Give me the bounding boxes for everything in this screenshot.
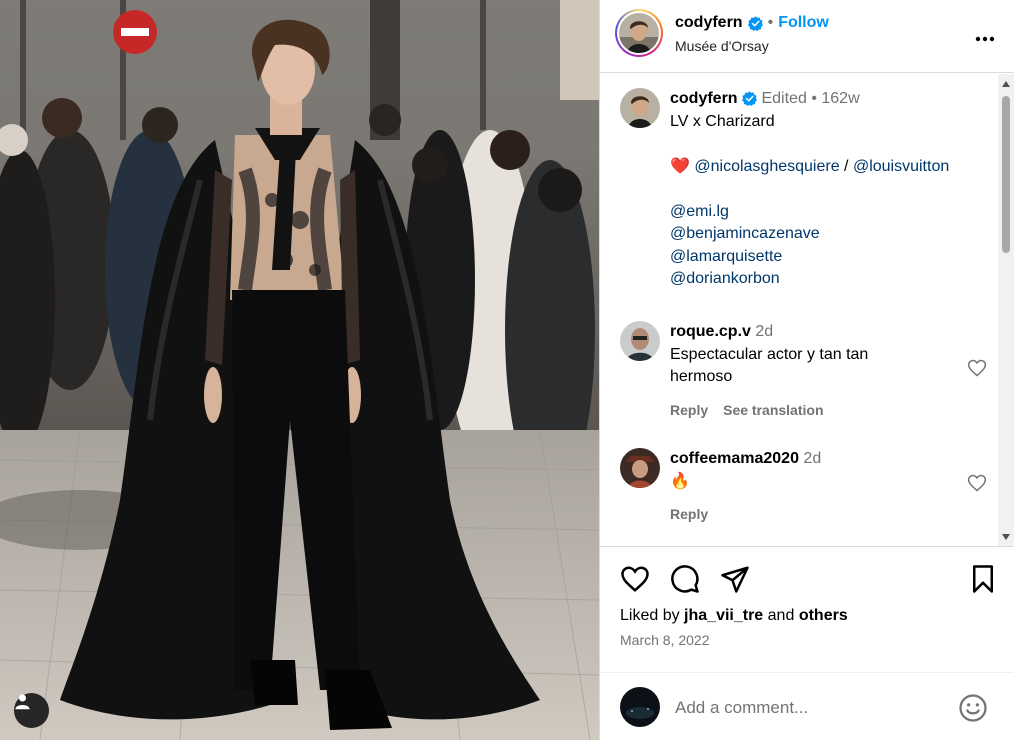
post-actions [620, 564, 998, 596]
liked-by-user-link[interactable]: jha_vii_tre [684, 607, 763, 624]
more-horizontal-icon [975, 36, 995, 42]
comment-text: 🔥 [670, 472, 690, 490]
comment-avatar[interactable] [620, 321, 660, 361]
post-details-panel: codyfern • Follow Musée d'Orsay codyfern… [599, 0, 1014, 740]
story-ring[interactable] [615, 9, 663, 57]
mention-link[interactable]: @benjamincazenave [670, 223, 980, 246]
comment-avatar[interactable] [620, 448, 660, 488]
location-link[interactable]: Musée d'Orsay [675, 38, 769, 54]
like-comment-heart-icon[interactable] [967, 473, 987, 493]
post-image [0, 0, 599, 740]
liked-by-line: Liked by jha_vii_tre and others [620, 607, 848, 625]
like-comment-heart-icon[interactable] [967, 358, 987, 378]
post-photo[interactable] [0, 0, 599, 740]
comments-scrollbar[interactable] [998, 74, 1014, 546]
comment-username[interactable]: roque.cp.v [670, 323, 751, 340]
verified-badge-icon [747, 15, 763, 31]
mention-link[interactable]: @lamarquisette [670, 246, 980, 269]
comment-username[interactable]: coffeemama2020 [670, 450, 799, 467]
mention-link[interactable]: @doriankorbon [670, 268, 980, 291]
save-bookmark-icon[interactable] [968, 564, 998, 594]
post-date[interactable]: March 8, 2022 [620, 632, 710, 648]
scroll-up-arrow-icon[interactable] [1002, 81, 1010, 87]
share-paper-plane-icon[interactable] [720, 564, 750, 594]
verified-badge-icon [742, 91, 758, 107]
emoji-picker-icon[interactable] [958, 693, 988, 723]
comment-age[interactable]: 2d [803, 450, 821, 467]
mention-link[interactable]: @nicolasghesquiere [694, 158, 839, 175]
edited-label: Edited [761, 90, 807, 107]
scrollbar-thumb[interactable] [1002, 96, 1010, 253]
tagged-users-button[interactable] [14, 693, 49, 728]
user-icon [15, 694, 30, 710]
like-heart-icon[interactable] [620, 564, 650, 594]
reply-button[interactable]: Reply [670, 399, 708, 422]
scroll-down-arrow-icon[interactable] [1002, 534, 1010, 540]
avatar [619, 13, 659, 53]
reply-button[interactable]: Reply [670, 503, 708, 526]
comment-text: Espectacular actor y tan tan hermoso [670, 345, 869, 386]
caption-title: LV x Charizard [670, 112, 775, 130]
slash-separator: / [844, 157, 849, 175]
caption-age[interactable]: 162w [821, 90, 859, 107]
post-header: codyfern • Follow Musée d'Orsay [600, 0, 1014, 73]
comments-list[interactable]: codyfern Edited • 162w LV x Charizard ❤️… [600, 74, 1014, 546]
mention-link[interactable]: @louisvuitton [853, 158, 949, 175]
see-translation-button[interactable]: See translation [723, 399, 823, 422]
caption-username[interactable]: codyfern [670, 90, 738, 107]
comment-age[interactable]: 2d [755, 323, 773, 340]
liked-by-and: and [767, 607, 795, 624]
add-comment-bar [600, 672, 1014, 740]
separator-dot: • [811, 90, 817, 107]
comment-bubble-icon[interactable] [670, 564, 700, 594]
divider [600, 546, 1014, 547]
liked-by-prefix: Liked by [620, 607, 680, 624]
follow-button[interactable]: Follow [778, 14, 829, 32]
liked-by-others-link[interactable]: others [799, 607, 848, 624]
mention-link[interactable]: @emi.lg [670, 201, 980, 224]
red-heart-icon: ❤️ [670, 157, 690, 175]
current-user-avatar[interactable] [620, 687, 660, 727]
separator-dot: • [767, 14, 774, 31]
header-username[interactable]: codyfern [675, 14, 743, 32]
caption-avatar[interactable] [620, 88, 660, 128]
more-options-button[interactable] [975, 22, 995, 48]
add-comment-input[interactable] [675, 693, 945, 723]
